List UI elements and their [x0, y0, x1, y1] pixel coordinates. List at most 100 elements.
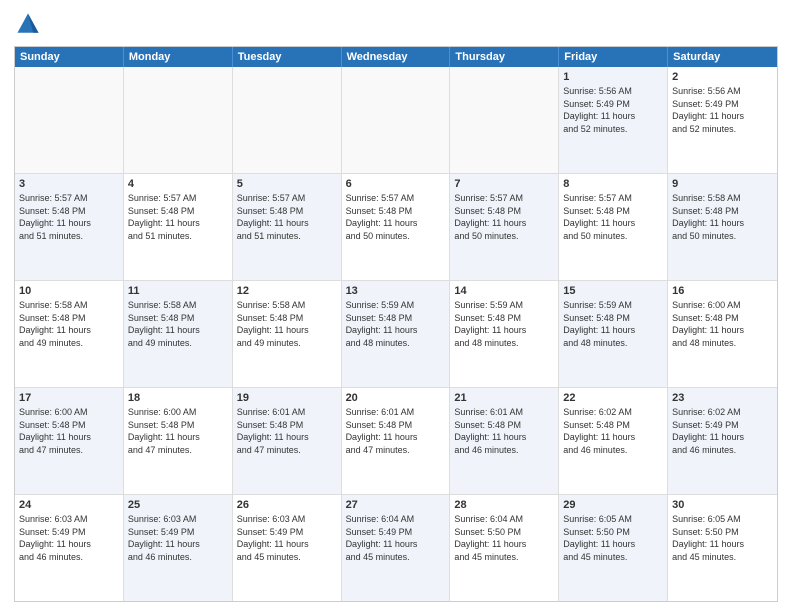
cell-info: Sunrise: 6:03 AM Sunset: 5:49 PM Dayligh…: [128, 514, 200, 562]
day-number: 3: [19, 177, 119, 192]
day-number: 10: [19, 284, 119, 299]
cell-info: Sunrise: 6:05 AM Sunset: 5:50 PM Dayligh…: [563, 514, 635, 562]
day-number: 22: [563, 391, 663, 406]
calendar-cell-15: 15Sunrise: 5:59 AM Sunset: 5:48 PM Dayli…: [559, 281, 668, 387]
calendar-cell-19: 19Sunrise: 6:01 AM Sunset: 5:48 PM Dayli…: [233, 388, 342, 494]
header-cell-wednesday: Wednesday: [342, 47, 451, 67]
calendar-cell-17: 17Sunrise: 6:00 AM Sunset: 5:48 PM Dayli…: [15, 388, 124, 494]
day-number: 20: [346, 391, 446, 406]
cell-info: Sunrise: 6:03 AM Sunset: 5:49 PM Dayligh…: [19, 514, 91, 562]
day-number: 23: [672, 391, 773, 406]
day-number: 16: [672, 284, 773, 299]
calendar-header: SundayMondayTuesdayWednesdayThursdayFrid…: [15, 47, 777, 67]
day-number: 19: [237, 391, 337, 406]
header-cell-monday: Monday: [124, 47, 233, 67]
calendar-cell-23: 23Sunrise: 6:02 AM Sunset: 5:49 PM Dayli…: [668, 388, 777, 494]
day-number: 8: [563, 177, 663, 192]
cell-info: Sunrise: 5:57 AM Sunset: 5:48 PM Dayligh…: [563, 193, 635, 241]
logo: [14, 10, 44, 38]
calendar-cell-empty-0-0: [15, 67, 124, 173]
day-number: 13: [346, 284, 446, 299]
cell-info: Sunrise: 5:59 AM Sunset: 5:48 PM Dayligh…: [454, 300, 526, 348]
calendar-cell-10: 10Sunrise: 5:58 AM Sunset: 5:48 PM Dayli…: [15, 281, 124, 387]
cell-info: Sunrise: 6:00 AM Sunset: 5:48 PM Dayligh…: [19, 407, 91, 455]
cell-info: Sunrise: 5:58 AM Sunset: 5:48 PM Dayligh…: [19, 300, 91, 348]
header: [14, 10, 778, 38]
calendar-cell-14: 14Sunrise: 5:59 AM Sunset: 5:48 PM Dayli…: [450, 281, 559, 387]
cell-info: Sunrise: 6:02 AM Sunset: 5:49 PM Dayligh…: [672, 407, 744, 455]
day-number: 30: [672, 498, 773, 513]
cell-info: Sunrise: 5:57 AM Sunset: 5:48 PM Dayligh…: [237, 193, 309, 241]
calendar-cell-6: 6Sunrise: 5:57 AM Sunset: 5:48 PM Daylig…: [342, 174, 451, 280]
calendar-cell-1: 1Sunrise: 5:56 AM Sunset: 5:49 PM Daylig…: [559, 67, 668, 173]
header-cell-tuesday: Tuesday: [233, 47, 342, 67]
calendar-cell-2: 2Sunrise: 5:56 AM Sunset: 5:49 PM Daylig…: [668, 67, 777, 173]
day-number: 9: [672, 177, 773, 192]
calendar-cell-13: 13Sunrise: 5:59 AM Sunset: 5:48 PM Dayli…: [342, 281, 451, 387]
cell-info: Sunrise: 6:05 AM Sunset: 5:50 PM Dayligh…: [672, 514, 744, 562]
calendar-cell-empty-0-3: [342, 67, 451, 173]
cell-info: Sunrise: 5:57 AM Sunset: 5:48 PM Dayligh…: [346, 193, 418, 241]
calendar-row-1: 3Sunrise: 5:57 AM Sunset: 5:48 PM Daylig…: [15, 173, 777, 280]
calendar-cell-5: 5Sunrise: 5:57 AM Sunset: 5:48 PM Daylig…: [233, 174, 342, 280]
day-number: 5: [237, 177, 337, 192]
calendar-cell-20: 20Sunrise: 6:01 AM Sunset: 5:48 PM Dayli…: [342, 388, 451, 494]
calendar-cell-25: 25Sunrise: 6:03 AM Sunset: 5:49 PM Dayli…: [124, 495, 233, 601]
page: SundayMondayTuesdayWednesdayThursdayFrid…: [0, 0, 792, 612]
cell-info: Sunrise: 5:58 AM Sunset: 5:48 PM Dayligh…: [672, 193, 744, 241]
day-number: 7: [454, 177, 554, 192]
day-number: 4: [128, 177, 228, 192]
cell-info: Sunrise: 6:02 AM Sunset: 5:48 PM Dayligh…: [563, 407, 635, 455]
day-number: 6: [346, 177, 446, 192]
calendar-cell-12: 12Sunrise: 5:58 AM Sunset: 5:48 PM Dayli…: [233, 281, 342, 387]
day-number: 29: [563, 498, 663, 513]
logo-icon: [14, 10, 42, 38]
cell-info: Sunrise: 6:00 AM Sunset: 5:48 PM Dayligh…: [128, 407, 200, 455]
calendar-cell-8: 8Sunrise: 5:57 AM Sunset: 5:48 PM Daylig…: [559, 174, 668, 280]
day-number: 26: [237, 498, 337, 513]
cell-info: Sunrise: 5:58 AM Sunset: 5:48 PM Dayligh…: [237, 300, 309, 348]
calendar: SundayMondayTuesdayWednesdayThursdayFrid…: [14, 46, 778, 602]
day-number: 2: [672, 70, 773, 85]
calendar-cell-empty-0-4: [450, 67, 559, 173]
calendar-cell-11: 11Sunrise: 5:58 AM Sunset: 5:48 PM Dayli…: [124, 281, 233, 387]
header-cell-saturday: Saturday: [668, 47, 777, 67]
day-number: 27: [346, 498, 446, 513]
cell-info: Sunrise: 5:56 AM Sunset: 5:49 PM Dayligh…: [563, 86, 635, 134]
calendar-cell-18: 18Sunrise: 6:00 AM Sunset: 5:48 PM Dayli…: [124, 388, 233, 494]
header-cell-sunday: Sunday: [15, 47, 124, 67]
cell-info: Sunrise: 5:56 AM Sunset: 5:49 PM Dayligh…: [672, 86, 744, 134]
cell-info: Sunrise: 5:57 AM Sunset: 5:48 PM Dayligh…: [454, 193, 526, 241]
calendar-cell-7: 7Sunrise: 5:57 AM Sunset: 5:48 PM Daylig…: [450, 174, 559, 280]
header-cell-friday: Friday: [559, 47, 668, 67]
cell-info: Sunrise: 6:01 AM Sunset: 5:48 PM Dayligh…: [237, 407, 309, 455]
day-number: 21: [454, 391, 554, 406]
day-number: 18: [128, 391, 228, 406]
day-number: 28: [454, 498, 554, 513]
day-number: 11: [128, 284, 228, 299]
day-number: 24: [19, 498, 119, 513]
day-number: 1: [563, 70, 663, 85]
calendar-cell-21: 21Sunrise: 6:01 AM Sunset: 5:48 PM Dayli…: [450, 388, 559, 494]
cell-info: Sunrise: 5:57 AM Sunset: 5:48 PM Dayligh…: [128, 193, 200, 241]
cell-info: Sunrise: 6:01 AM Sunset: 5:48 PM Dayligh…: [454, 407, 526, 455]
calendar-cell-3: 3Sunrise: 5:57 AM Sunset: 5:48 PM Daylig…: [15, 174, 124, 280]
day-number: 25: [128, 498, 228, 513]
day-number: 15: [563, 284, 663, 299]
cell-info: Sunrise: 5:58 AM Sunset: 5:48 PM Dayligh…: [128, 300, 200, 348]
calendar-row-4: 24Sunrise: 6:03 AM Sunset: 5:49 PM Dayli…: [15, 494, 777, 601]
cell-info: Sunrise: 6:03 AM Sunset: 5:49 PM Dayligh…: [237, 514, 309, 562]
header-cell-thursday: Thursday: [450, 47, 559, 67]
calendar-row-2: 10Sunrise: 5:58 AM Sunset: 5:48 PM Dayli…: [15, 280, 777, 387]
cell-info: Sunrise: 6:01 AM Sunset: 5:48 PM Dayligh…: [346, 407, 418, 455]
cell-info: Sunrise: 6:04 AM Sunset: 5:49 PM Dayligh…: [346, 514, 418, 562]
calendar-cell-4: 4Sunrise: 5:57 AM Sunset: 5:48 PM Daylig…: [124, 174, 233, 280]
calendar-cell-9: 9Sunrise: 5:58 AM Sunset: 5:48 PM Daylig…: [668, 174, 777, 280]
calendar-cell-empty-0-2: [233, 67, 342, 173]
day-number: 17: [19, 391, 119, 406]
calendar-row-3: 17Sunrise: 6:00 AM Sunset: 5:48 PM Dayli…: [15, 387, 777, 494]
cell-info: Sunrise: 5:57 AM Sunset: 5:48 PM Dayligh…: [19, 193, 91, 241]
calendar-cell-empty-0-1: [124, 67, 233, 173]
day-number: 12: [237, 284, 337, 299]
calendar-cell-24: 24Sunrise: 6:03 AM Sunset: 5:49 PM Dayli…: [15, 495, 124, 601]
